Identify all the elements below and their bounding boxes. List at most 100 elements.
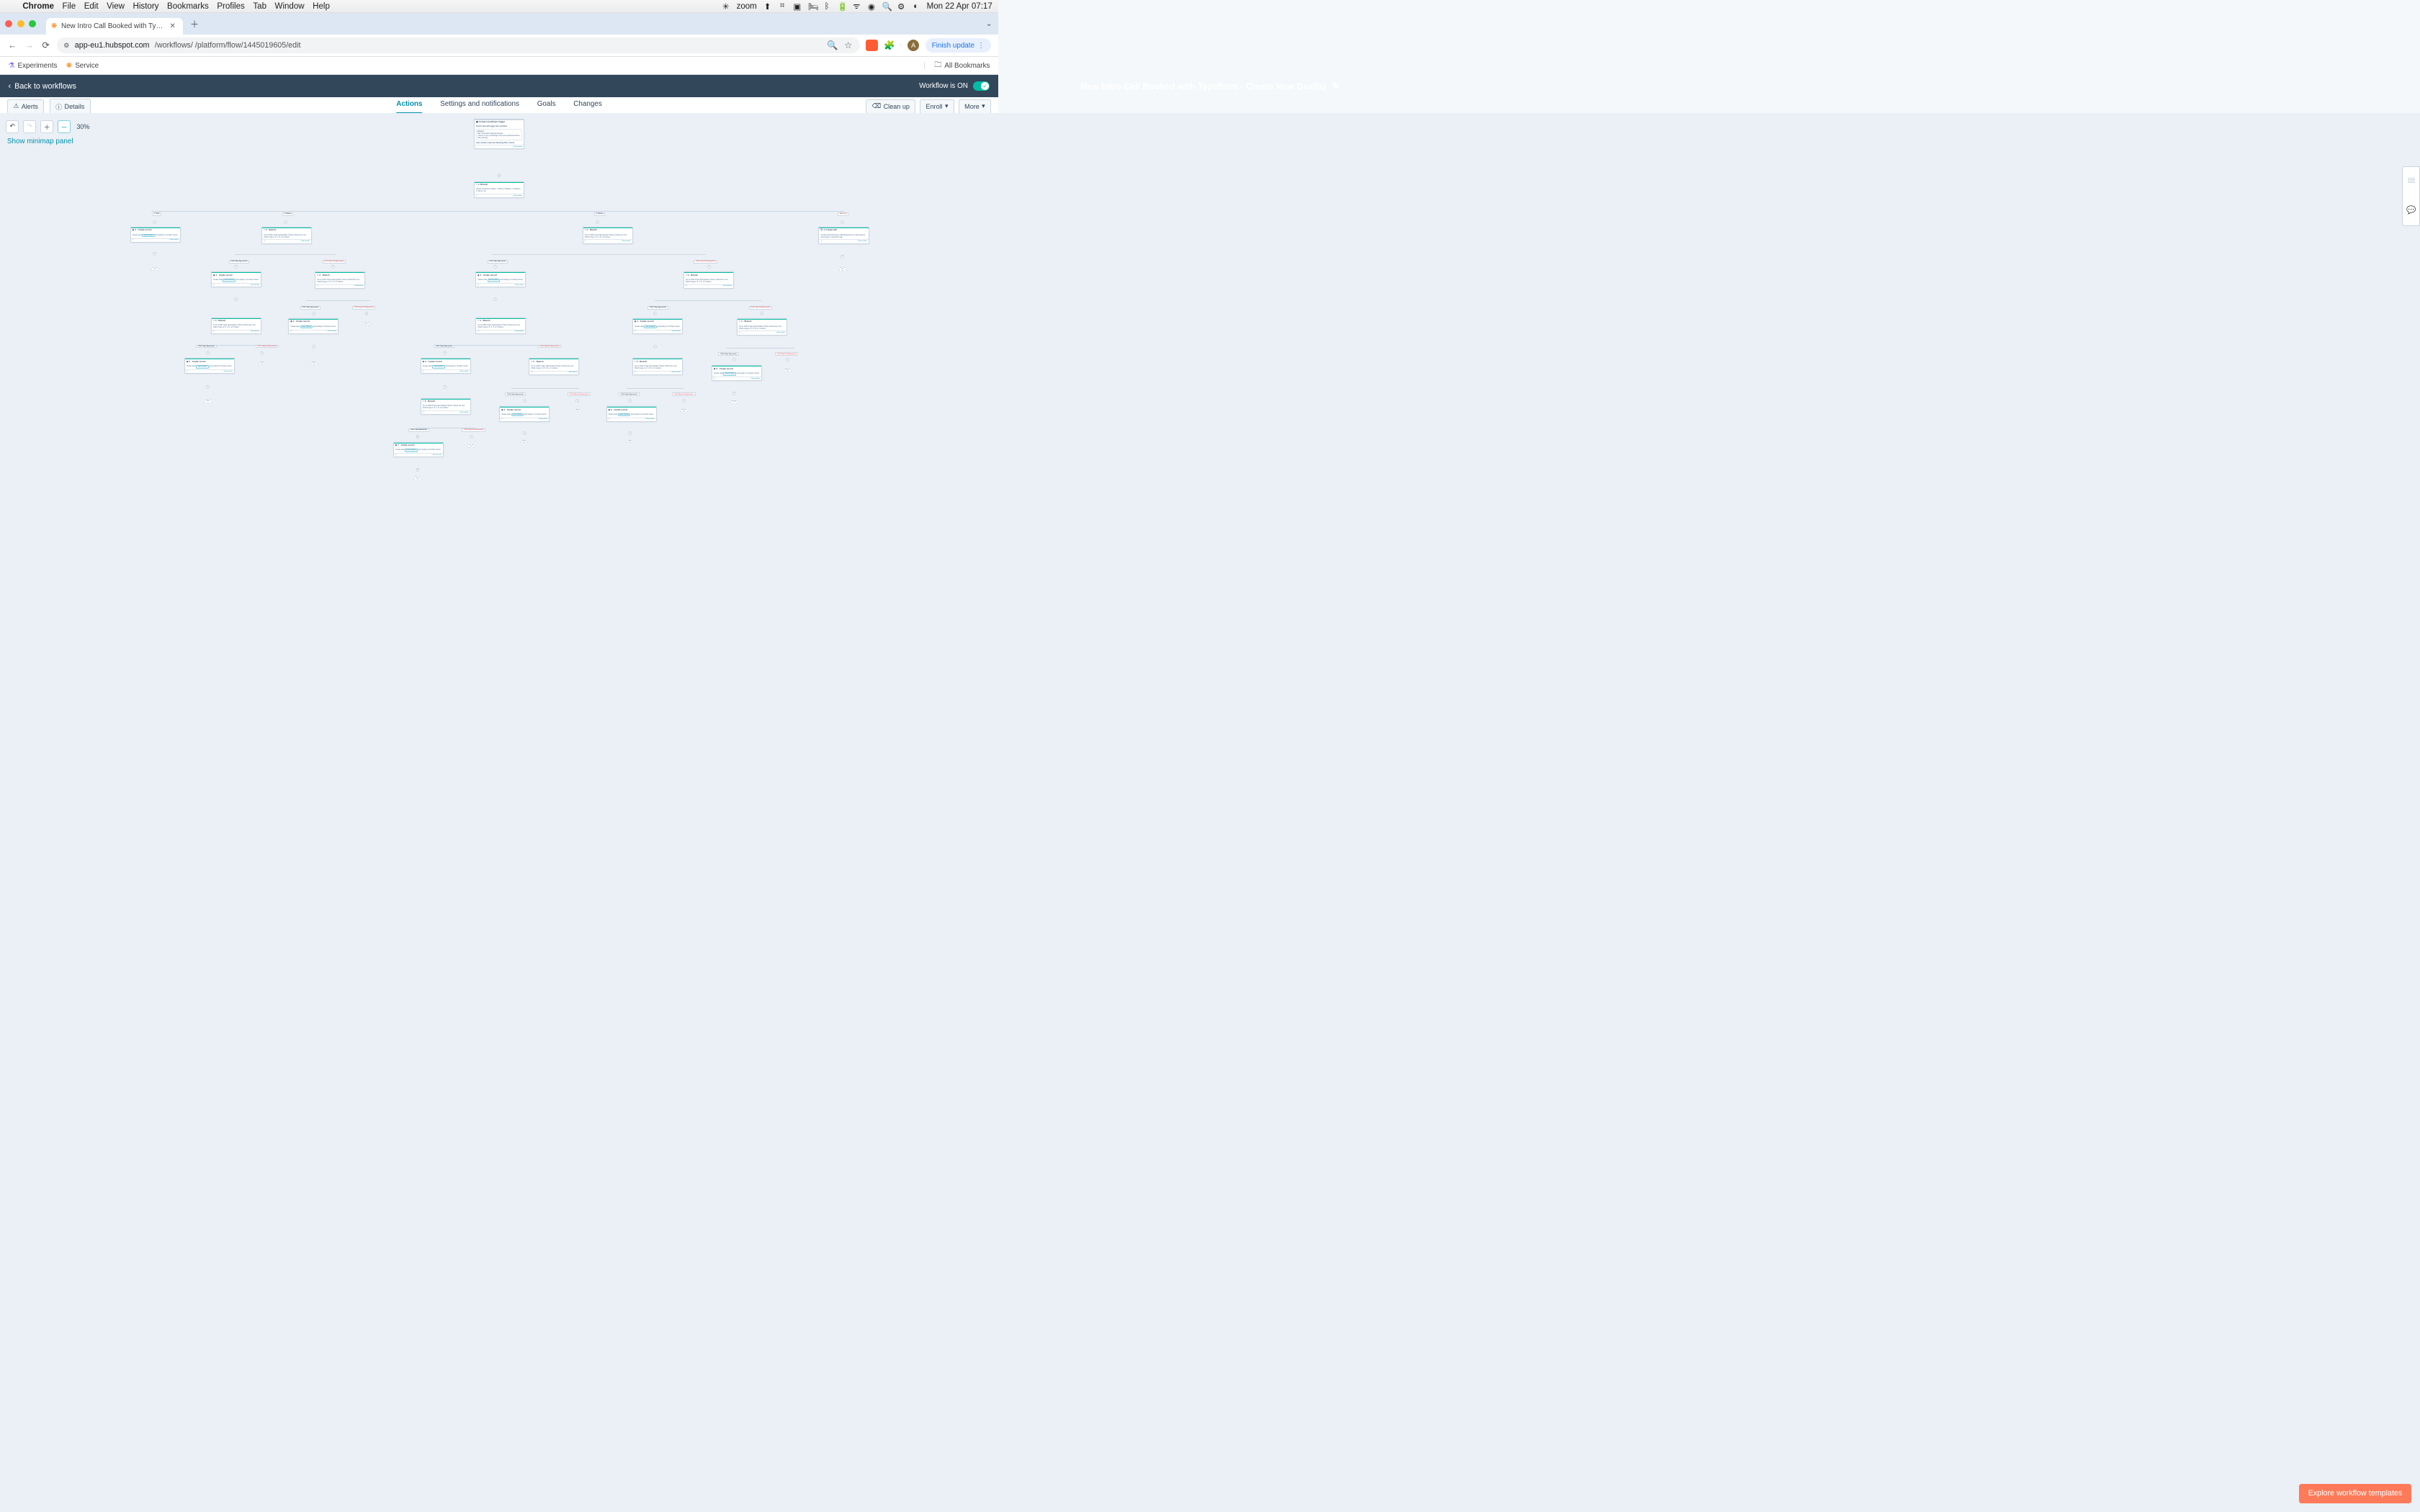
cleanup-button[interactable]: ⌫Clean up: [866, 99, 915, 114]
create-record-node[interactable]: ◆5. Create record Create deal Sales Pipe…: [184, 358, 235, 374]
comment-icon[interactable]: 💬: [2406, 205, 2416, 215]
spotlight-icon[interactable]: 🔍: [882, 1, 891, 12]
bookmark-experiments[interactable]: ⚗Experiments: [9, 62, 58, 70]
add-action-button[interactable]: +: [653, 345, 657, 348]
add-action-button[interactable]: +: [523, 431, 526, 435]
tab-changes[interactable]: Changes: [573, 100, 602, 113]
zoom-icon[interactable]: 🔍: [827, 40, 838, 51]
add-action-button[interactable]: +: [331, 265, 335, 269]
add-action-button[interactable]: +: [575, 399, 579, 402]
tab-settings[interactable]: Settings and notifications: [440, 100, 519, 113]
add-action-button[interactable]: +: [206, 351, 210, 355]
menubar-grid-icon[interactable]: ⌗: [778, 1, 786, 11]
branch-node[interactable]: ⑂5. Branch Go to Child 4 Age Appropriate…: [529, 358, 579, 374]
window-minimize-button[interactable]: [17, 20, 24, 27]
branch-node[interactable]: ⑂4. Branch Go to Child 3 Age Appropriate…: [475, 318, 526, 334]
add-action-button[interactable]: +: [260, 351, 264, 355]
add-action-button[interactable]: +: [312, 345, 315, 348]
create-record-node[interactable]: ◆6. Create record Create deal Sales Pipe…: [499, 406, 550, 422]
add-action-button[interactable]: +: [498, 174, 501, 177]
add-action-button[interactable]: +: [312, 312, 315, 315]
add-action-button[interactable]: +: [443, 385, 447, 389]
more-button[interactable]: More ▾: [959, 99, 991, 114]
menubar-clock[interactable]: Mon 22 Apr 07:17: [927, 2, 992, 11]
add-action-button[interactable]: +: [653, 312, 657, 315]
branch-node[interactable]: ⑂2. Branch Go to Child 2 Age Appropriate…: [583, 227, 633, 243]
create-task-node[interactable]: ☑4. Create task Create task Admissions C…: [818, 227, 869, 243]
add-action-button[interactable]: +: [153, 252, 156, 256]
window-close-button[interactable]: [5, 20, 12, 27]
workflow-canvas[interactable]: ▦Contact enrollment trigger Events that …: [0, 113, 2420, 1512]
undo-button[interactable]: ↶: [6, 120, 19, 133]
add-action-button[interactable]: +: [365, 312, 369, 315]
alerts-button[interactable]: ⚠Alerts: [7, 99, 44, 114]
trigger-node[interactable]: ▦Contact enrollment trigger Events that …: [474, 119, 524, 149]
add-action-button[interactable]: +: [682, 399, 686, 402]
add-action-button[interactable]: +: [760, 312, 763, 315]
add-action-button[interactable]: +: [416, 468, 420, 472]
add-action-button[interactable]: +: [416, 435, 420, 438]
browser-tab[interactable]: ❋ New Intro Call Booked with Ty… ✕: [46, 18, 182, 35]
add-action-button[interactable]: +: [234, 297, 238, 301]
create-record-node[interactable]: ◆3. Create record Create deal Sales Pipe…: [211, 271, 261, 287]
add-action-button[interactable]: +: [628, 399, 632, 402]
add-action-button[interactable]: +: [284, 220, 287, 224]
zoom-in-button[interactable]: ＋: [40, 120, 53, 133]
add-action-button[interactable]: +: [841, 255, 844, 258]
branch-node[interactable]: ⑂5. Branch Go to Child 4 Age Appropriate…: [632, 358, 683, 374]
zoom-out-button[interactable]: －: [58, 120, 71, 133]
profile-avatar[interactable]: A: [908, 40, 920, 52]
branch-node[interactable]: ⑂2. Branch Go to Child 2 Age Appropriate…: [261, 227, 312, 243]
window-fullscreen-button[interactable]: [29, 20, 36, 27]
add-action-button[interactable]: +: [206, 385, 210, 389]
mac-menu-bookmarks[interactable]: Bookmarks: [167, 2, 209, 11]
branch-node[interactable]: ⑂3. Branch Go to Child 3 Age Appropriate…: [315, 271, 365, 288]
all-bookmarks-button[interactable]: 🗀All Bookmarks: [934, 60, 990, 72]
extension-1-icon[interactable]: [866, 40, 878, 52]
finish-update-button[interactable]: Finish update⋮: [926, 38, 991, 52]
add-action-button[interactable]: +: [523, 399, 526, 402]
add-action-button[interactable]: +: [628, 431, 632, 435]
add-action-button[interactable]: +: [841, 220, 844, 224]
tab-overflow-button[interactable]: ⌄: [986, 19, 992, 28]
tab-close-icon[interactable]: ✕: [169, 22, 175, 30]
mac-app-name[interactable]: Chrome: [22, 2, 54, 11]
add-action-button[interactable]: +: [234, 265, 238, 269]
add-action-button[interactable]: +: [443, 351, 447, 355]
back-to-workflows-link[interactable]: ‹ Back to workflows: [9, 82, 76, 91]
show-details-link[interactable]: + Show details: [513, 195, 522, 197]
create-record-node[interactable]: ◆3. Create record Create deal Sales Pipe…: [475, 271, 526, 287]
add-action-button[interactable]: +: [493, 297, 497, 301]
menubar-bed-icon[interactable]: 🛏: [808, 1, 817, 12]
add-action-button[interactable]: +: [493, 265, 497, 269]
branch-1-node[interactable]: ⑂1. Branch Check enrollment criteria: 1 …: [474, 181, 524, 198]
extensions-icon[interactable]: 🧩: [884, 40, 895, 51]
address-bar[interactable]: ⚙ app-eu1.hubspot.com/workflows/ /platfo…: [57, 37, 860, 53]
browser-forward-button[interactable]: →: [24, 40, 35, 50]
battery-icon[interactable]: 🔋: [838, 1, 846, 12]
enroll-button[interactable]: Enroll ▾: [920, 99, 954, 114]
workflow-on-toggle[interactable]: [973, 81, 990, 91]
show-details-link[interactable]: + Show details: [513, 146, 522, 148]
show-minimap-link[interactable]: Show minimap panel: [7, 138, 73, 145]
control-center-icon[interactable]: ⚙: [897, 1, 905, 12]
tab-actions[interactable]: Actions: [396, 100, 422, 113]
mac-menu-view[interactable]: View: [107, 2, 125, 11]
add-action-button[interactable]: +: [732, 358, 736, 361]
branch-node[interactable]: ⑂4. Branch Go to Child 3 Age Appropriate…: [211, 318, 261, 334]
add-action-button[interactable]: +: [153, 220, 156, 224]
side-drawer-handle[interactable]: 💬: [2402, 166, 2420, 226]
add-action-button[interactable]: +: [786, 358, 789, 361]
siri-icon[interactable]: ◐: [912, 2, 920, 11]
menubar-camera-icon[interactable]: ▣: [793, 1, 802, 12]
mac-menu-tab[interactable]: Tab: [253, 2, 266, 11]
wifi-icon[interactable]: ᯤ: [853, 1, 861, 12]
menubar-zoom[interactable]: zoom: [737, 2, 757, 11]
branch-node[interactable]: ⑂4. Branch Go to Child 4 Age Appropriate…: [737, 318, 787, 335]
add-action-button[interactable]: +: [470, 435, 473, 438]
bookmark-star-icon[interactable]: ☆: [843, 40, 853, 50]
site-info-icon[interactable]: ⚙: [63, 42, 69, 50]
user-icon[interactable]: ◉: [867, 1, 876, 12]
mac-menu-window[interactable]: Window: [275, 2, 305, 11]
bluetooth-icon[interactable]: ᛒ: [823, 2, 831, 11]
